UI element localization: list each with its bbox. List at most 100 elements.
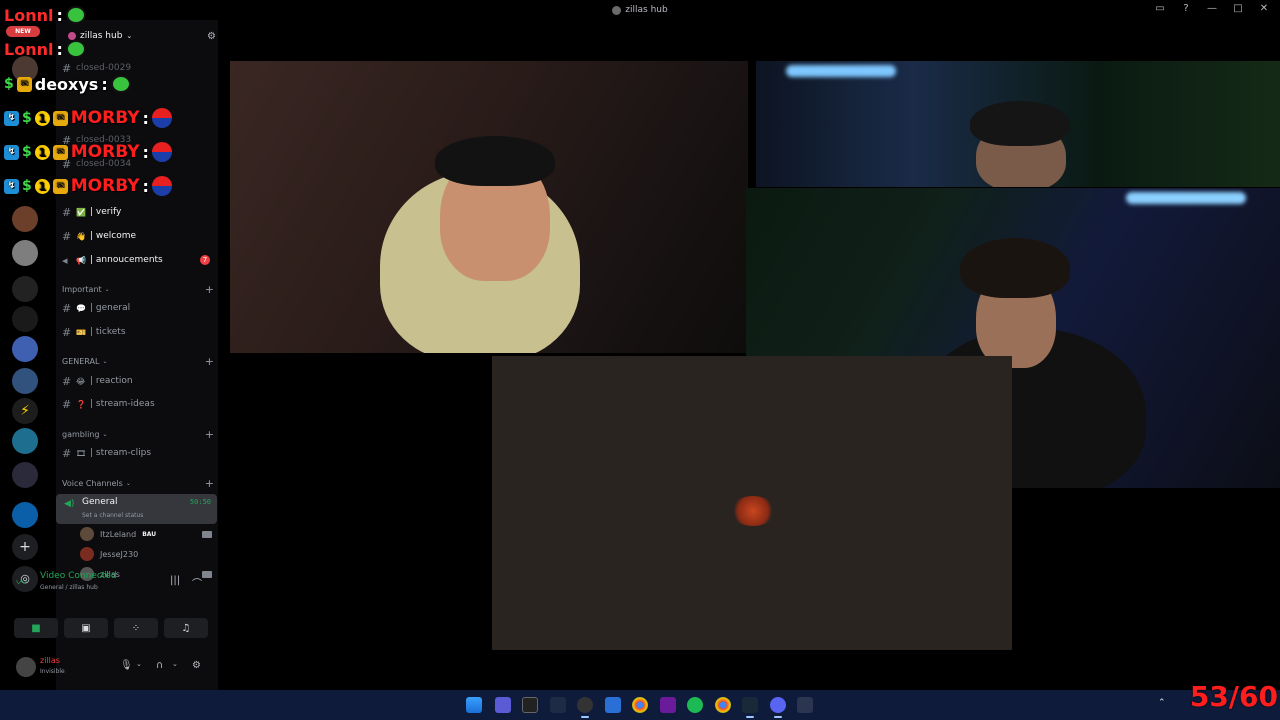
speaker-icon: ◀) bbox=[64, 499, 75, 509]
announcement-icon: 📢 bbox=[76, 255, 86, 265]
windows-start-icon[interactable] bbox=[466, 697, 482, 713]
chevron-down-icon: ⌄ bbox=[104, 285, 110, 293]
channel-reaction[interactable]: # 😂 | reaction bbox=[62, 371, 214, 391]
spotify-icon[interactable] bbox=[687, 697, 703, 713]
light-bar bbox=[1126, 192, 1246, 204]
server-avatar[interactable] bbox=[12, 368, 38, 394]
add-member-icon[interactable]: ⚙ bbox=[207, 31, 216, 42]
server-avatar[interactable] bbox=[12, 462, 38, 488]
channel-general[interactable]: # 💬 | general bbox=[62, 298, 214, 318]
help-icon[interactable]: ? bbox=[1180, 3, 1192, 15]
chat-overlay-row: Lonnl: bbox=[4, 4, 86, 26]
hat-emote-icon bbox=[151, 108, 172, 128]
voice-status[interactable]: Video Connected bbox=[40, 571, 117, 581]
voice-channel-general[interactable]: ◀) General 50:50 Set a channel status bbox=[56, 494, 217, 524]
channel-annoucements[interactable]: ◂ 📢 | annoucements 7 bbox=[62, 250, 214, 270]
server-avatar[interactable] bbox=[12, 502, 38, 528]
camera-button[interactable]: ■ bbox=[14, 618, 58, 638]
voice-user[interactable]: ItzLeland BAU bbox=[80, 525, 212, 543]
chat-overlay-row: Lonnl: bbox=[4, 38, 86, 60]
tier-badge-icon: 1 bbox=[34, 110, 50, 126]
beanie-shape bbox=[435, 136, 555, 186]
server-avatar[interactable] bbox=[12, 206, 38, 232]
chrome-icon[interactable] bbox=[632, 697, 648, 713]
avatar bbox=[80, 527, 94, 541]
vscode-icon[interactable] bbox=[605, 697, 621, 713]
video-tile-webcam[interactable] bbox=[230, 61, 748, 353]
category-general[interactable]: GENERAL ⌄ + bbox=[62, 354, 214, 368]
voice-timer: 50:50 bbox=[189, 498, 211, 506]
add-server-icon[interactable]: + bbox=[12, 534, 38, 560]
hair-shape bbox=[960, 238, 1070, 298]
chevron-down-icon[interactable]: ⌄ bbox=[136, 660, 148, 672]
hash-icon: # bbox=[62, 446, 72, 460]
server-avatar[interactable]: ⚡ bbox=[12, 398, 38, 424]
hair-shape bbox=[970, 101, 1070, 146]
chat-username: deoxys bbox=[34, 74, 99, 94]
add-channel-icon[interactable]: + bbox=[205, 283, 214, 296]
steam-icon[interactable] bbox=[742, 697, 758, 718]
chevron-down-icon[interactable]: ⌄ bbox=[172, 660, 184, 672]
chevron-down-icon: ⌄ bbox=[102, 357, 108, 365]
hash-icon: # bbox=[62, 301, 72, 315]
apps-grid-icon[interactable] bbox=[495, 697, 511, 713]
chat-overlay-row: ↯ $1 ✉ MORBY: bbox=[4, 141, 172, 163]
chevron-down-icon: ⌄ bbox=[102, 430, 108, 438]
screen-share-button[interactable]: ▣ bbox=[64, 618, 108, 638]
tier-badge-icon: 1 bbox=[34, 144, 50, 160]
server-avatar[interactable] bbox=[12, 336, 38, 362]
server-avatar[interactable] bbox=[12, 240, 38, 266]
add-channel-icon[interactable]: + bbox=[205, 355, 214, 368]
voice-user[interactable]: JesseJ230 bbox=[80, 545, 212, 563]
minimize-button[interactable]: — bbox=[1206, 3, 1218, 15]
activities-button[interactable]: ⁘ bbox=[114, 618, 158, 638]
channel-tickets[interactable]: # 🎫 | tickets bbox=[62, 322, 214, 342]
disconnect-icon[interactable]: ⌒ bbox=[192, 575, 204, 590]
category-important[interactable]: Important ⌄ + bbox=[62, 282, 214, 296]
channel-welcome[interactable]: # 👋 | welcome bbox=[62, 226, 214, 246]
server-avatar[interactable] bbox=[12, 428, 38, 454]
app-icon[interactable] bbox=[550, 697, 566, 713]
video-tile-screen[interactable] bbox=[492, 356, 1012, 650]
video-camera-icon: ■ bbox=[31, 622, 41, 634]
settings-gear-icon[interactable]: ⚙ bbox=[192, 660, 204, 672]
fps-counter: 53/60 bbox=[1189, 680, 1278, 713]
channel-status[interactable]: Set a channel status bbox=[82, 512, 143, 519]
chat-overlay-row: $ ✉ deoxys: bbox=[4, 73, 131, 95]
app-icon[interactable] bbox=[522, 697, 538, 713]
video-tile-webcam[interactable] bbox=[756, 61, 1280, 187]
channel-verify[interactable]: # ✅ | verify bbox=[62, 202, 214, 222]
chevron-up-icon[interactable]: ⌃ bbox=[1158, 698, 1166, 708]
hat-emote-icon bbox=[151, 142, 172, 162]
lightning-icon: ⚡ bbox=[20, 403, 30, 419]
add-channel-icon[interactable]: + bbox=[205, 428, 214, 441]
obs-icon[interactable] bbox=[577, 697, 593, 718]
add-channel-icon[interactable]: + bbox=[205, 477, 214, 490]
taskbar: ⌃ bbox=[0, 690, 1280, 720]
activities-icon: ⁘ bbox=[131, 622, 141, 634]
app-icon[interactable] bbox=[797, 697, 813, 713]
chrome-icon[interactable] bbox=[715, 697, 731, 713]
chat-username: MORBY bbox=[70, 176, 140, 196]
discord-icon[interactable] bbox=[770, 697, 786, 718]
server-avatar[interactable] bbox=[12, 306, 38, 332]
wave-icon: 👋 bbox=[76, 231, 86, 241]
channel-stream-ideas[interactable]: # ❓ | stream-ideas bbox=[62, 394, 214, 414]
maximize-button[interactable]: □ bbox=[1232, 3, 1244, 15]
microphone-icon[interactable]: 🎙 bbox=[120, 660, 133, 672]
soundboard-button[interactable]: ♫ bbox=[164, 618, 208, 638]
voice-location[interactable]: General / zillas hub bbox=[40, 584, 98, 591]
signal-icon: 〰 bbox=[16, 576, 27, 589]
inbox-icon[interactable]: ▭ bbox=[1154, 3, 1166, 15]
noise-suppression-icon[interactable]: ||| bbox=[170, 575, 182, 587]
category-gambling[interactable]: gambling ⌄ + bbox=[62, 427, 214, 441]
headphones-icon[interactable]: ∩ bbox=[156, 660, 168, 672]
category-voice-channels[interactable]: Voice Channels ⌄ + bbox=[62, 476, 214, 490]
title-bar: zillas hub ▭ ? — □ ✕ bbox=[0, 0, 1280, 20]
server-avatar[interactable] bbox=[12, 276, 38, 302]
app-icon[interactable] bbox=[660, 697, 676, 713]
username[interactable]: zillas bbox=[40, 656, 60, 665]
avatar[interactable] bbox=[16, 657, 36, 677]
channel-stream-clips[interactable]: # 🎞 | stream-clips bbox=[62, 443, 214, 463]
close-button[interactable]: ✕ bbox=[1258, 3, 1270, 15]
